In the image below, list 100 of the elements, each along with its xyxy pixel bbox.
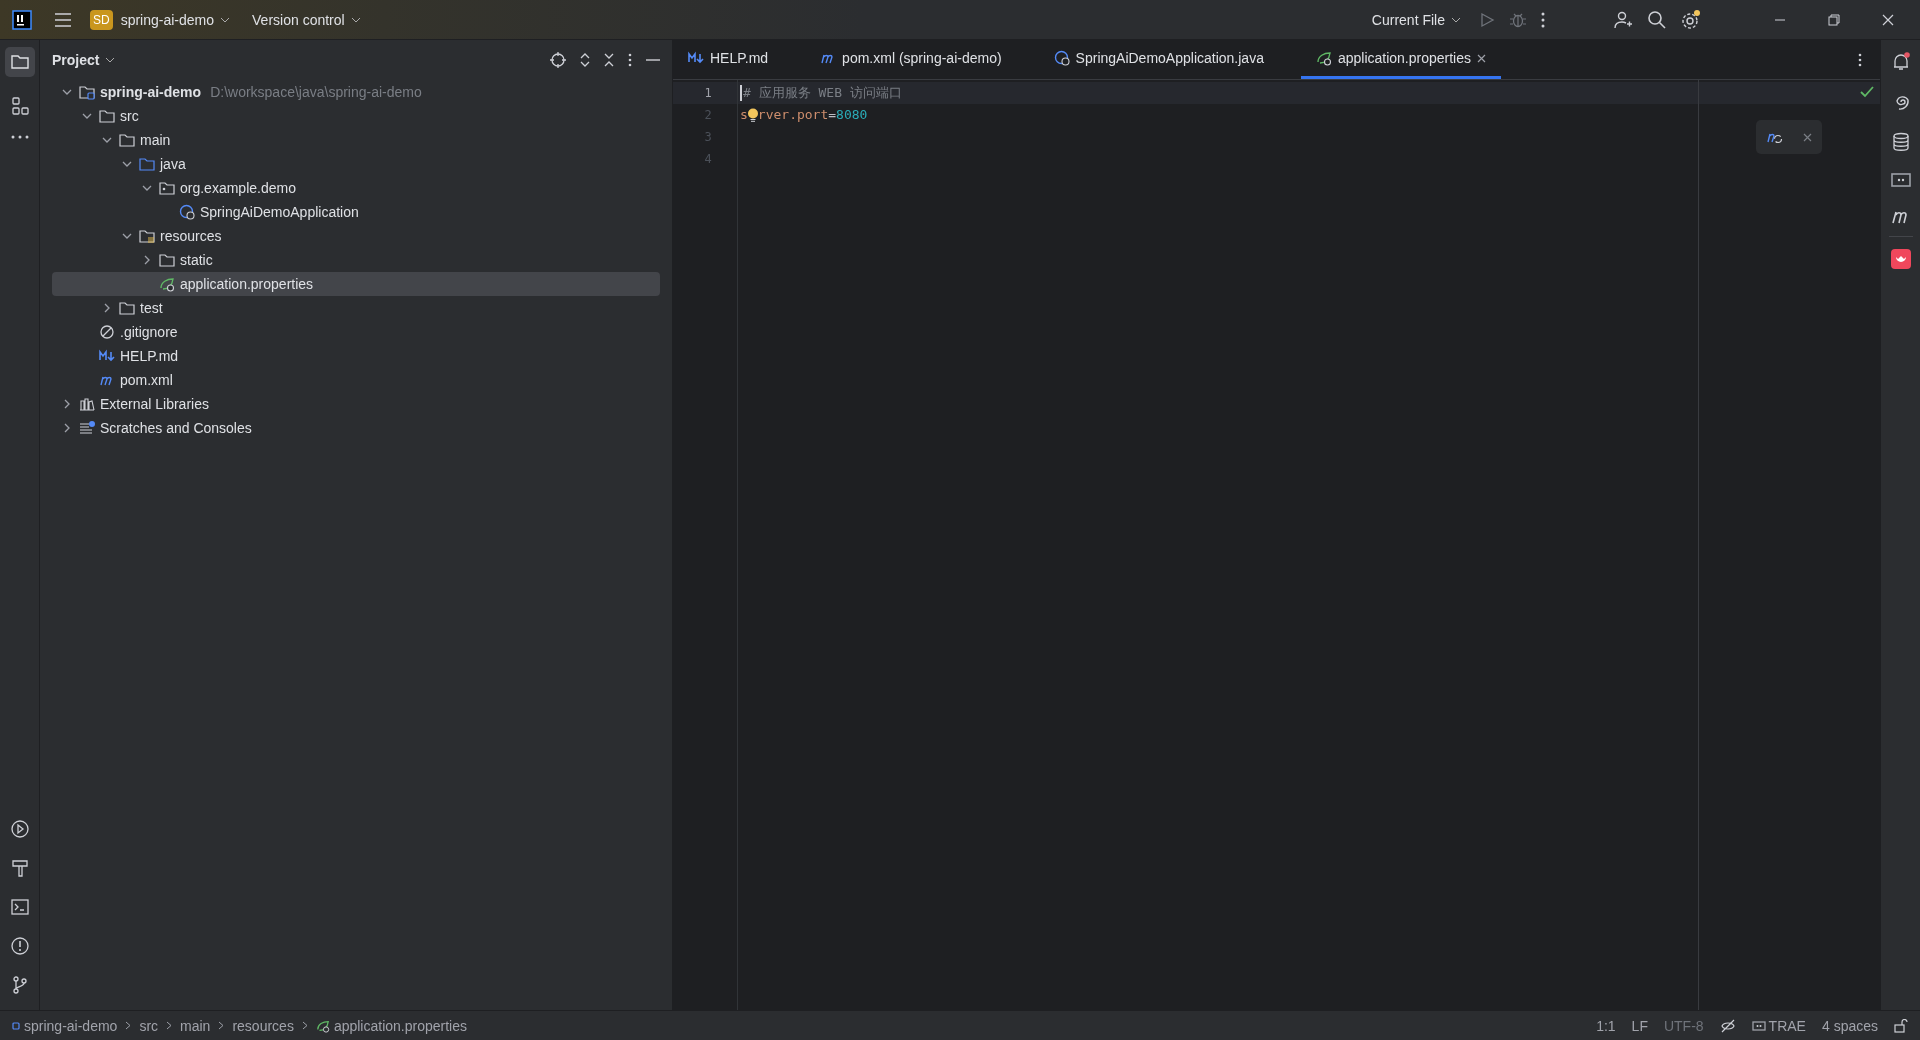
search-icon[interactable] [1647, 10, 1666, 29]
scratch-icon [79, 420, 95, 436]
tree-item-label: application.properties [180, 276, 314, 292]
code-token: = [828, 106, 837, 124]
restore-icon[interactable] [1828, 13, 1840, 26]
editor-tab[interactable]: pom.xml (spring-ai-demo) [805, 40, 1017, 79]
problems-icon[interactable] [9, 936, 30, 956]
lock-icon[interactable] [1894, 1018, 1908, 1033]
chevron-icon[interactable] [62, 423, 72, 433]
panel-title-dropdown[interactable]: Project [52, 52, 116, 68]
class-icon [1053, 50, 1070, 66]
chevron-icon[interactable] [102, 135, 112, 145]
folder-icon [119, 132, 135, 148]
line-number: 1 [673, 82, 737, 104]
chevron-icon[interactable] [122, 231, 132, 241]
chevron-icon[interactable] [102, 303, 112, 313]
tree-item-label: java [160, 156, 186, 172]
tree-item[interactable]: main [52, 128, 660, 152]
plugin-icon[interactable] [1890, 249, 1911, 269]
caret-icon [105, 57, 116, 63]
chevron-icon[interactable] [62, 399, 72, 409]
tree-item[interactable]: pom.xml [52, 368, 660, 392]
version-control-menu[interactable]: Version control [248, 7, 365, 32]
chevron-icon[interactable] [122, 159, 132, 169]
structure-icon[interactable] [9, 96, 30, 116]
indent-setting[interactable]: 4 spaces [1821, 1017, 1878, 1034]
app-logo-icon[interactable] [12, 9, 32, 30]
tree-item[interactable]: spring-ai-demo D:\workspace\java\spring-ai-demo [52, 80, 660, 104]
tree-item[interactable]: static [52, 248, 660, 272]
terminal-icon[interactable] [9, 897, 30, 917]
tree-item[interactable]: application.properties [52, 272, 660, 296]
chevron-icon [218, 1021, 225, 1030]
tab-options-icon[interactable] [1858, 52, 1862, 67]
folder-icon [119, 300, 135, 316]
code-token: s [740, 106, 748, 124]
tree-item[interactable]: src [52, 104, 660, 128]
run-icon[interactable] [9, 819, 30, 839]
chevron-icon [301, 1021, 308, 1030]
breadcrumb[interactable]: application.properties [315, 1017, 467, 1034]
chevron-icon[interactable] [82, 111, 92, 121]
database-icon[interactable] [1891, 132, 1910, 152]
folder-icon [159, 180, 175, 196]
tree-item-label: SpringAiDemoApplication [200, 204, 359, 220]
tree-item[interactable]: test [52, 296, 660, 320]
folder-icon [139, 228, 155, 244]
line-separator[interactable]: LF [1631, 1017, 1648, 1034]
tree-item-label: static [180, 252, 213, 268]
breadcrumb[interactable]: spring-ai-demo [12, 1017, 118, 1034]
tree-item[interactable]: External Libraries [52, 392, 660, 416]
tree-item-label: External Libraries [100, 396, 209, 412]
chevron-icon[interactable] [142, 255, 152, 265]
caret-icon [350, 16, 361, 23]
add-user-icon[interactable] [1613, 9, 1633, 30]
plugin-status[interactable]: TRAE [1751, 1017, 1806, 1034]
tree-item-label: main [140, 132, 171, 148]
tree-item[interactable]: .gitignore [52, 320, 660, 344]
folder-icon [99, 108, 115, 124]
lightbulb-icon[interactable] [746, 108, 759, 122]
breadcrumb[interactable]: main [180, 1017, 211, 1034]
caret-position[interactable]: 1:1 [1596, 1017, 1616, 1034]
editor-tab[interactable]: HELP.md [673, 40, 784, 79]
tree-item[interactable]: java [52, 152, 660, 176]
tree-item[interactable]: org.example.demo [52, 176, 660, 200]
folder-icon[interactable] [4, 47, 35, 77]
locate-icon[interactable] [550, 52, 566, 68]
run-configuration-selector[interactable]: Current File [1367, 7, 1465, 32]
no-inspection-icon[interactable] [1719, 1018, 1736, 1033]
tree-item-label: .gitignore [120, 324, 178, 340]
caret-icon [220, 16, 231, 23]
close-tab-icon[interactable] [1477, 53, 1486, 63]
editor-tab[interactable]: application.properties [1300, 40, 1501, 79]
project-switcher[interactable]: SD spring-ai-demo [86, 5, 235, 34]
code-token: # 应用服务 WEB 访问端口 [743, 84, 902, 102]
project-path: D:\workspace\java\spring-ai-demo [210, 84, 422, 100]
collapse-all-icon[interactable] [604, 52, 614, 68]
tree-item[interactable]: resources [52, 224, 660, 248]
settings-icon[interactable] [1680, 8, 1702, 31]
more-icon[interactable] [10, 135, 29, 139]
breadcrumb[interactable]: src [139, 1017, 159, 1034]
menu-icon[interactable] [54, 12, 72, 27]
tree-item-label: pom.xml [120, 372, 173, 388]
chevron-icon[interactable] [142, 183, 152, 193]
breadcrumb[interactable]: resources [232, 1017, 294, 1034]
tree-item-label: resources [160, 228, 222, 244]
tree-item[interactable]: HELP.md [52, 344, 660, 368]
console-icon[interactable] [1890, 172, 1911, 188]
prohibited-icon [99, 324, 115, 340]
markdown-icon [99, 348, 115, 364]
tree-item-label: src [120, 108, 139, 124]
more-icon[interactable] [1541, 11, 1545, 28]
options-icon[interactable] [628, 53, 632, 67]
code-token: rver.port [757, 106, 829, 124]
module-icon [12, 1021, 20, 1030]
tree-item[interactable]: Scratches and Consoles [52, 416, 660, 440]
leaf-icon [315, 1018, 330, 1033]
tree-item[interactable]: SpringAiDemoApplication [52, 200, 660, 224]
tree-item-label: HELP.md [120, 348, 179, 364]
expand-all-icon[interactable] [580, 52, 590, 68]
editor-tab[interactable]: SpringAiDemoApplication.java [1038, 40, 1279, 79]
chevron-icon[interactable] [62, 87, 72, 97]
